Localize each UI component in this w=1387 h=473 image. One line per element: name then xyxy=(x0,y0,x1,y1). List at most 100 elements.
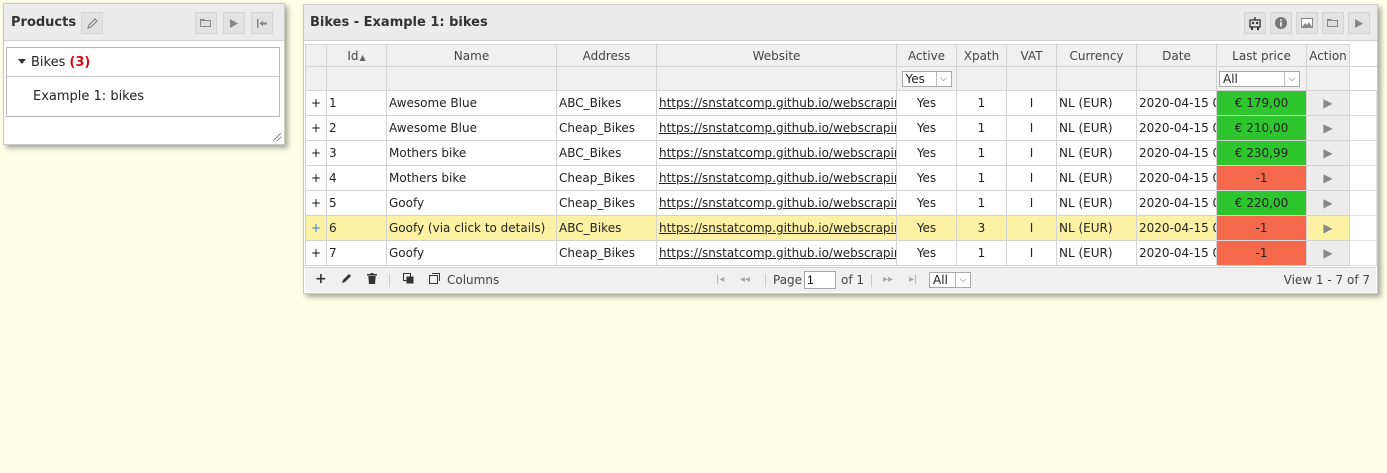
table-row[interactable]: +1 Awesome Blue ABC_Bikes https://snstatcom… xyxy=(305,90,1377,116)
website-link[interactable]: https://snstatcomp.github.io/webscraping xyxy=(659,221,896,235)
cell-name: Awesome Blue xyxy=(386,115,557,141)
col-action-header[interactable]: Action xyxy=(1306,44,1350,67)
website-link[interactable]: https://snstatcomp.github.io/webscraping xyxy=(659,196,896,210)
row-action-button[interactable]: ▶ xyxy=(1306,165,1350,191)
folder-icon[interactable] xyxy=(195,12,217,34)
play-icon: ▶ xyxy=(1323,146,1333,160)
cell-last-price: € 179,00 xyxy=(1216,90,1307,116)
edit-icon[interactable] xyxy=(341,273,352,287)
cell-website: https://snstatcomp.github.io/webscraping xyxy=(656,140,897,166)
col-currency-header[interactable]: Currency xyxy=(1056,44,1137,67)
sort-icon[interactable]: ▲ xyxy=(360,53,366,62)
collapse-icon[interactable] xyxy=(251,12,273,34)
website-link[interactable]: https://snstatcomp.github.io/webscraping xyxy=(659,171,896,185)
row-action-button[interactable]: ▶ xyxy=(1306,90,1350,116)
col-last-price-header[interactable]: Last price xyxy=(1216,44,1307,67)
rows-per-page-select[interactable]: All ⌵ xyxy=(929,272,971,288)
cell-xpath: 1 xyxy=(956,90,1007,116)
expand-row-icon[interactable]: + xyxy=(305,115,327,141)
image-icon[interactable] xyxy=(1296,12,1318,34)
table-row[interactable]: +5 Goofy Cheap_Bikes https://snstatcomp.git… xyxy=(305,190,1377,216)
page-number-input[interactable] xyxy=(804,271,836,289)
col-expand-header xyxy=(305,44,327,67)
pencil-icon[interactable] xyxy=(81,12,103,34)
caret-down-icon[interactable] xyxy=(18,59,26,64)
row-action-button[interactable]: ▶ xyxy=(1306,190,1350,216)
scrollbar-track[interactable] xyxy=(1349,215,1377,241)
col-name-header[interactable]: Name xyxy=(386,44,557,67)
play-icon: ▶ xyxy=(1323,246,1333,260)
expand-row-icon[interactable]: + xyxy=(305,165,327,191)
expand-row-icon[interactable]: + xyxy=(305,190,327,216)
cell-website: https://snstatcomp.github.io/webscraping xyxy=(656,115,897,141)
products-panel-header: Products xyxy=(4,4,284,41)
play-icon: ▶ xyxy=(1323,221,1333,235)
add-icon[interactable]: + xyxy=(315,271,327,287)
products-grid: Id▲ Name Address Website Active Xpath VA… xyxy=(305,44,1377,266)
scrollbar-track[interactable] xyxy=(1349,240,1377,266)
row-action-button[interactable]: ▶ xyxy=(1306,240,1350,266)
cell-vat: I xyxy=(1006,115,1057,141)
grid-body: +1 Awesome Blue ABC_Bikes https://snstatcom… xyxy=(305,90,1377,266)
first-page-icon[interactable]: |◂ xyxy=(716,274,724,285)
active-filter-select[interactable]: Yes ⌵ xyxy=(901,70,952,87)
cell-vat: I xyxy=(1006,140,1057,166)
cell-vat: I xyxy=(1006,90,1057,116)
columns-icon[interactable] xyxy=(429,273,440,287)
col-id-header[interactable]: Id▲ xyxy=(326,44,387,67)
expand-row-icon[interactable]: + xyxy=(305,240,327,266)
play-icon[interactable] xyxy=(223,12,245,34)
cell-date: 2020-04-15 0 xyxy=(1136,165,1217,191)
cell-address: Cheap_Bikes xyxy=(556,240,657,266)
table-row[interactable]: +7 Goofy Cheap_Bikes https://snstatcomp.git… xyxy=(305,240,1377,266)
copy-icon[interactable] xyxy=(403,273,414,287)
table-row[interactable]: +3 Mothers bike ABC_Bikes https://snstatcom… xyxy=(305,140,1377,166)
cell-vat: I xyxy=(1006,165,1057,191)
tree-node-bikes[interactable]: Bikes (3) xyxy=(7,48,279,77)
next-page-icon[interactable]: ▸▸ xyxy=(883,274,893,285)
scrollbar-track[interactable] xyxy=(1349,165,1377,191)
col-xpath-header[interactable]: Xpath xyxy=(956,44,1007,67)
scrollbar-track[interactable] xyxy=(1349,140,1377,166)
col-date-header[interactable]: Date xyxy=(1136,44,1217,67)
row-action-button[interactable]: ▶ xyxy=(1306,215,1350,241)
folder-icon[interactable] xyxy=(1322,12,1344,34)
cell-vat: I xyxy=(1006,240,1057,266)
scrollbar-track[interactable] xyxy=(1349,90,1377,116)
columns-button[interactable]: Columns xyxy=(447,273,499,287)
col-website-header[interactable]: Website xyxy=(656,44,897,67)
col-vat-header[interactable]: VAT xyxy=(1006,44,1057,67)
info-icon[interactable] xyxy=(1270,12,1292,34)
expand-row-icon[interactable]: + xyxy=(305,140,327,166)
view-record-count: View 1 - 7 of 7 xyxy=(1283,273,1370,287)
cell-website: https://snstatcomp.github.io/webscraping xyxy=(656,90,897,116)
cell-currency: NL (EUR) xyxy=(1056,140,1137,166)
robot-icon[interactable] xyxy=(1244,12,1266,34)
delete-icon[interactable] xyxy=(367,273,377,287)
website-link[interactable]: https://snstatcomp.github.io/webscraping xyxy=(659,146,896,160)
scrollbar-track[interactable] xyxy=(1349,115,1377,141)
cell-website: https://snstatcomp.github.io/webscraping xyxy=(656,240,897,266)
table-row[interactable]: +2 Awesome Blue Cheap_Bikes https://snstatc… xyxy=(305,115,1377,141)
cell-xpath: 3 xyxy=(956,215,1007,241)
cell-currency: NL (EUR) xyxy=(1056,190,1137,216)
play-icon[interactable] xyxy=(1348,12,1370,34)
website-link[interactable]: https://snstatcomp.github.io/webscraping xyxy=(659,121,896,135)
row-action-button[interactable]: ▶ xyxy=(1306,115,1350,141)
expand-row-icon[interactable]: + xyxy=(305,215,327,241)
website-link[interactable]: https://snstatcomp.github.io/webscraping xyxy=(659,96,896,110)
table-row[interactable]: +4 Mothers bike Cheap_Bikes https://snstatc… xyxy=(305,165,1377,191)
last-price-filter-select[interactable]: All ⌵ xyxy=(1219,70,1300,87)
col-address-header[interactable]: Address xyxy=(556,44,657,67)
prev-page-icon[interactable]: ◂◂ xyxy=(740,274,750,285)
cell-date: 2020-04-15 0 xyxy=(1136,215,1217,241)
tree-item-example-1[interactable]: Example 1: bikes xyxy=(33,89,144,104)
last-page-icon[interactable]: ▸| xyxy=(909,274,917,285)
row-action-button[interactable]: ▶ xyxy=(1306,140,1350,166)
expand-row-icon[interactable]: + xyxy=(305,90,327,116)
website-link[interactable]: https://snstatcomp.github.io/webscraping xyxy=(659,246,896,260)
resize-grip-icon[interactable] xyxy=(273,133,281,141)
scrollbar-track[interactable] xyxy=(1349,190,1377,216)
col-active-header[interactable]: Active xyxy=(896,44,957,67)
table-row[interactable]: +6 Goofy (via click to details) ABC_Bikes h… xyxy=(305,215,1377,241)
